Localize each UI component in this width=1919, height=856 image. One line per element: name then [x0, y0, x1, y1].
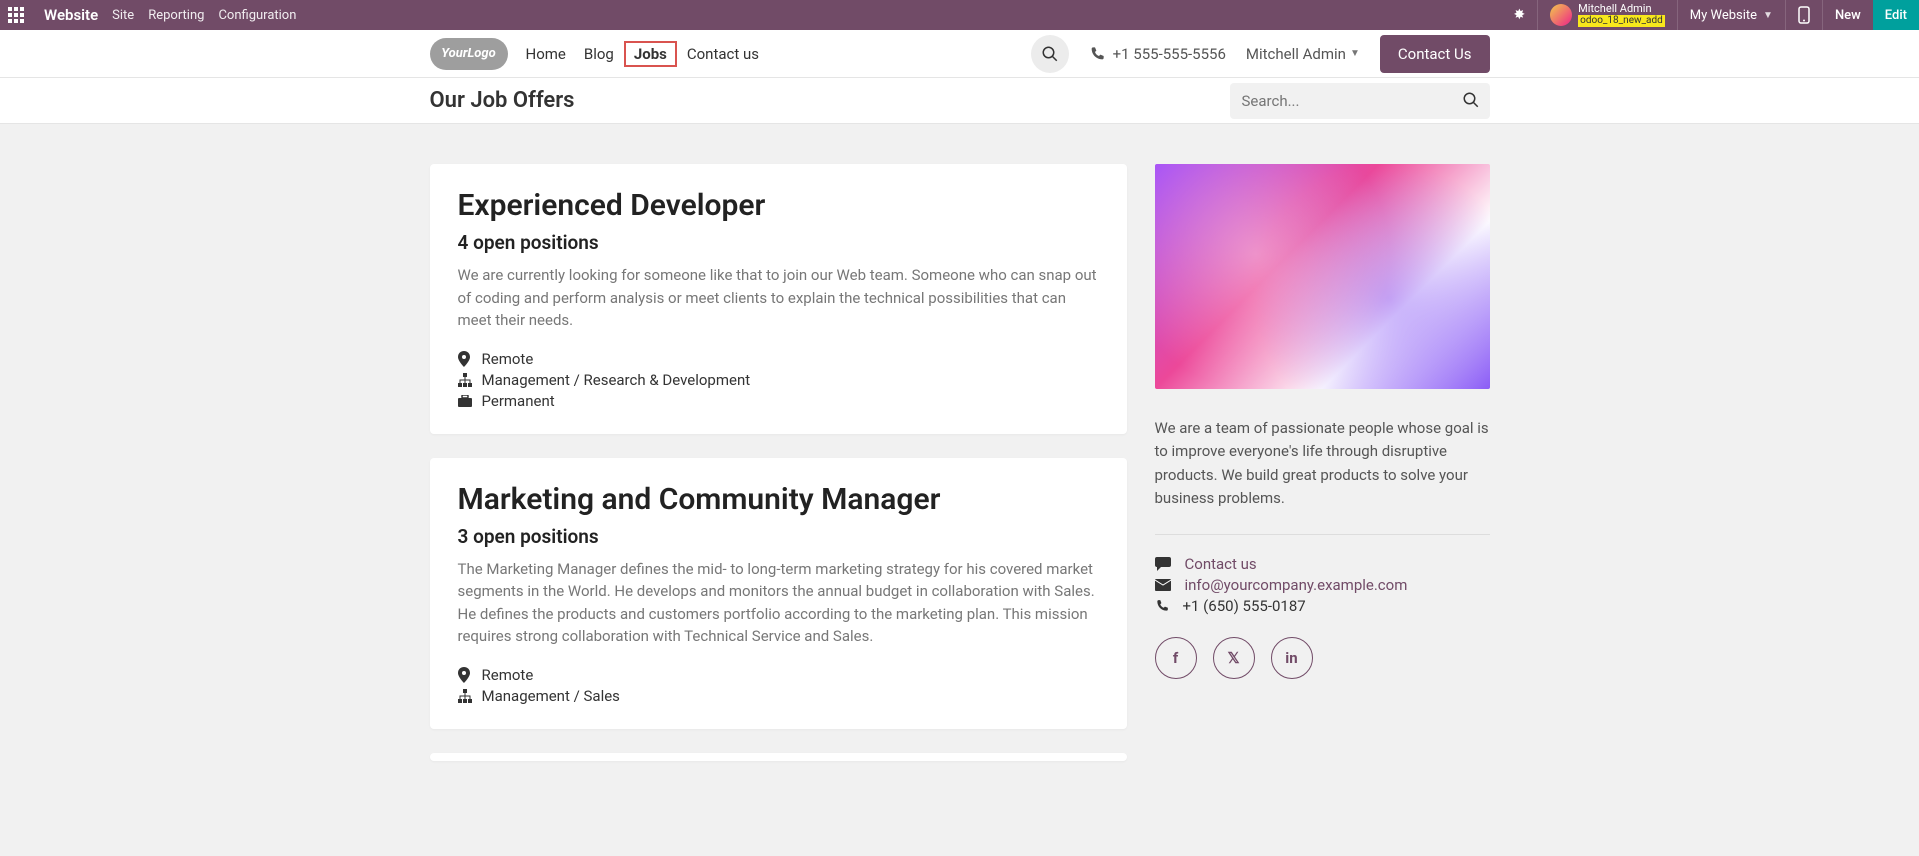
logo[interactable]: YourLogo — [430, 38, 508, 70]
job-department: Management / Research & Development — [482, 371, 751, 389]
phone-icon — [1089, 46, 1105, 62]
page-title: Our Job Offers — [430, 88, 575, 113]
job-description: The Marketing Manager defines the mid- t… — [458, 558, 1099, 648]
mobile-preview-button[interactable] — [1786, 0, 1822, 30]
chevron-down-icon: ▼ — [1763, 10, 1773, 21]
subheader: Our Job Offers — [0, 78, 1919, 124]
job-location: Remote — [482, 666, 534, 684]
apps-icon[interactable] — [8, 7, 24, 23]
new-button[interactable]: New — [1823, 0, 1873, 30]
jobs-column: Experienced Developer 4 open positions W… — [430, 164, 1127, 761]
job-title[interactable]: Marketing and Community Manager — [458, 482, 1099, 517]
website-selector[interactable]: My Website ▼ — [1678, 0, 1785, 30]
user-dropdown[interactable]: Mitchell Admin ▼ — [1246, 45, 1360, 63]
contact-email[interactable]: info@yourcompany.example.com — [1185, 576, 1408, 594]
map-pin-icon — [458, 667, 472, 683]
header-phone: +1 555-555-5556 — [1089, 45, 1226, 63]
x-link[interactable]: 𝕏 — [1213, 637, 1255, 679]
contact-list: Contact us info@yourcompany.example.com … — [1155, 555, 1490, 615]
contact-us-button[interactable]: Contact Us — [1380, 35, 1490, 73]
bug-icon: ✸ — [1513, 7, 1525, 23]
admin-menu-reporting[interactable]: Reporting — [148, 8, 204, 23]
edit-button[interactable]: Edit — [1873, 0, 1919, 30]
search-button[interactable] — [1031, 35, 1069, 73]
bug-button[interactable]: ✸ — [1501, 0, 1537, 30]
job-card — [430, 753, 1127, 761]
job-title[interactable]: Experienced Developer — [458, 188, 1099, 223]
job-department: Management / Sales — [482, 687, 620, 705]
admin-user-name: Mitchell Admin — [1578, 3, 1665, 15]
admin-bar: Website Site Reporting Configuration ✸ M… — [0, 0, 1919, 30]
nav-jobs[interactable]: Jobs — [624, 41, 677, 67]
sitemap-icon — [458, 373, 472, 387]
sidebar: We are a team of passionate people whose… — [1155, 164, 1490, 761]
job-card: Experienced Developer 4 open positions W… — [430, 164, 1127, 434]
job-type: Permanent — [482, 392, 555, 410]
facebook-link[interactable]: f — [1155, 637, 1197, 679]
admin-brand[interactable]: Website — [44, 6, 98, 24]
admin-menu-site[interactable]: Site — [112, 8, 134, 23]
phone-icon — [1155, 599, 1169, 613]
chat-icon — [1155, 557, 1171, 571]
linkedin-link[interactable]: in — [1271, 637, 1313, 679]
map-pin-icon — [458, 351, 472, 367]
admin-db-label: odoo_18_new_add — [1578, 15, 1665, 27]
admin-menu-configuration[interactable]: Configuration — [218, 8, 296, 23]
nav-blog[interactable]: Blog — [584, 45, 614, 63]
contact-us-link[interactable]: Contact us — [1185, 555, 1257, 573]
job-card: Marketing and Community Manager 3 open p… — [430, 458, 1127, 729]
contact-phone: +1 (650) 555-0187 — [1183, 597, 1306, 615]
envelope-icon — [1155, 579, 1171, 591]
chevron-down-icon: ▼ — [1350, 48, 1360, 59]
phone-icon — [1798, 6, 1810, 24]
job-search — [1230, 83, 1490, 119]
site-header: YourLogo Home Blog Jobs Contact us +1 55… — [0, 30, 1919, 78]
sitemap-icon — [458, 689, 472, 703]
content: Experienced Developer 4 open positions W… — [430, 164, 1490, 761]
nav-home[interactable]: Home — [526, 45, 566, 63]
admin-user[interactable]: Mitchell Admin odoo_18_new_add — [1538, 0, 1677, 30]
search-icon — [1041, 45, 1059, 63]
about-text: We are a team of passionate people whose… — [1155, 417, 1490, 510]
social-links: f 𝕏 in — [1155, 637, 1490, 679]
job-location: Remote — [482, 350, 534, 368]
search-icon[interactable] — [1462, 91, 1480, 109]
job-positions: 3 open positions — [458, 525, 1099, 548]
job-positions: 4 open positions — [458, 231, 1099, 254]
briefcase-icon — [458, 395, 472, 407]
job-search-input[interactable] — [1230, 83, 1490, 119]
job-description: We are currently looking for someone lik… — [458, 264, 1099, 332]
avatar — [1550, 4, 1572, 26]
divider — [1155, 534, 1490, 535]
nav-main: Home Blog Jobs Contact us — [526, 45, 760, 63]
team-photo — [1155, 164, 1490, 389]
nav-contact[interactable]: Contact us — [687, 45, 759, 63]
